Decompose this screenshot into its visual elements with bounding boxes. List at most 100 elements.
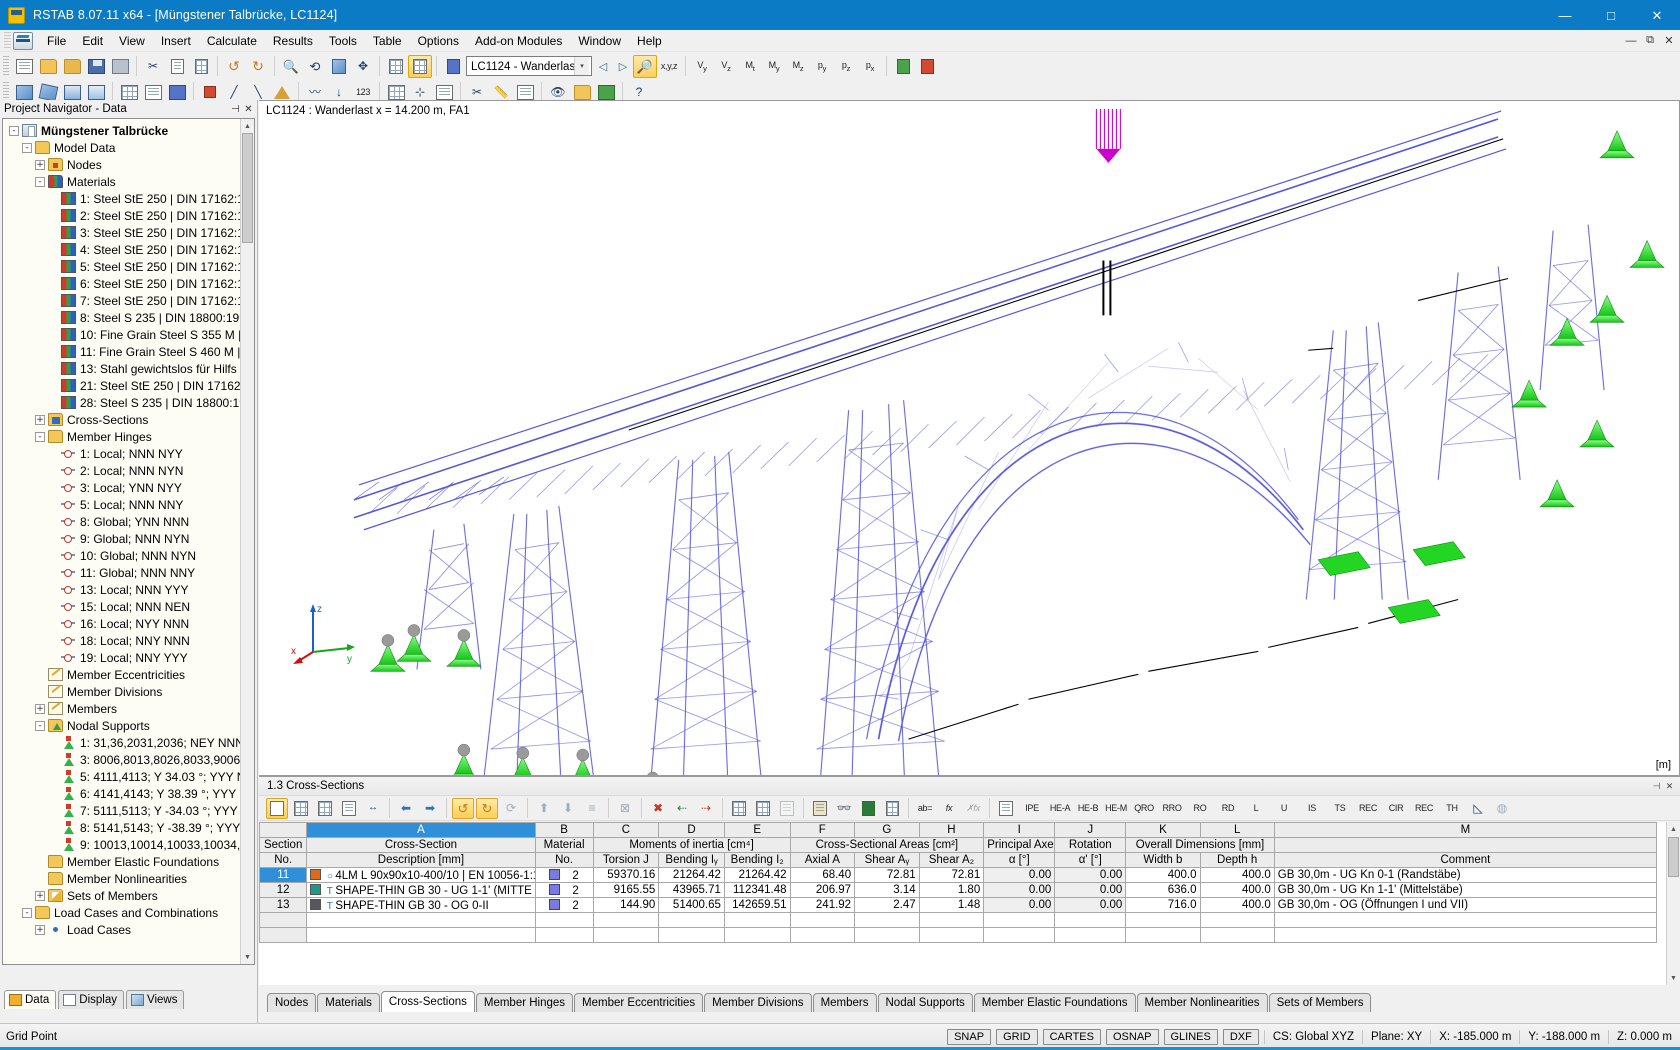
cell-shear-az[interactable]: 72.81 (918, 867, 985, 883)
tree-node[interactable]: 5: 4111,4113; Y 34.03 °; YYY N (3, 768, 254, 785)
tree-node[interactable]: 3: Steel StE 250 | DIN 17162:19 (3, 224, 254, 241)
tree-node[interactable]: Member Divisions (3, 683, 254, 700)
shape-button-rec-14[interactable]: REC (1411, 798, 1437, 819)
redo-button[interactable]: ↻ (246, 55, 270, 78)
tree-node[interactable]: + Sets of Members (3, 887, 254, 904)
cell-width[interactable]: 716.0 (1125, 897, 1201, 913)
clear-formula-button[interactable]: ✗fx (962, 798, 984, 819)
sheet-tab-member-divisions[interactable]: Member Divisions (704, 993, 812, 1012)
next-table-button[interactable]: ➡ (419, 798, 441, 819)
open-file-button[interactable] (36, 55, 60, 78)
empty-cell[interactable] (723, 927, 791, 943)
cell-material-no[interactable]: 2 (534, 867, 594, 883)
cell-material-no[interactable]: 2 (534, 882, 594, 898)
copy-button[interactable] (165, 55, 189, 78)
cell-bending-iz[interactable]: 112341.48 (723, 882, 791, 898)
zoom-previous-button[interactable]: ⟲ (303, 55, 327, 78)
tree-node[interactable]: 3: Local; YNN NYY (3, 479, 254, 496)
tree-node[interactable]: 18: Local; NNY NNN (3, 632, 254, 649)
undo-table-button[interactable]: ↺ (452, 797, 474, 819)
sheet-tab-cross-sections[interactable]: Cross-Sections (380, 991, 475, 1012)
menu-grip-handle[interactable] (4, 31, 11, 50)
previous-load-case-button[interactable]: ◁ (593, 55, 613, 77)
cancel-selection-button[interactable]: ⊠ (614, 798, 636, 819)
sheet-tab-member-hinges[interactable]: Member Hinges (475, 993, 574, 1012)
formula-button[interactable]: fx (938, 798, 960, 819)
tree-node[interactable]: 9: 10013,10014,10033,10034,11 (3, 836, 254, 853)
shape-button-is-10[interactable]: IS (1299, 798, 1325, 819)
menu-item-table[interactable]: Table (365, 32, 410, 50)
shape-button-he-b-2[interactable]: HE-B (1075, 798, 1101, 819)
sort-button[interactable] (338, 798, 360, 819)
navigator-tab-display[interactable]: Display (58, 990, 125, 1009)
load-case-combo[interactable]: LC1124 - Wanderlast x = 1‥ ▾ (466, 56, 592, 76)
tree-node[interactable]: 2: Local; NNN NYN (3, 462, 254, 479)
insert-row-button[interactable] (290, 798, 312, 819)
show-columns-button[interactable] (728, 798, 750, 819)
menu-item-edit[interactable]: Edit (74, 32, 111, 50)
my-results-button[interactable]: My (762, 55, 786, 78)
table-row[interactable]: 12 T SHAPE-THIN GB 30 - UG 1-1' (MITTE 2 916… (259, 882, 1658, 898)
cell-comment[interactable]: GB 30,0m - UG Kn 1-1' (Mittelstäbe) (1273, 882, 1658, 898)
table-row[interactable]: 13 T SHAPE-THIN GB 30 - OG 0-II 2 144.90 5140… (259, 897, 1658, 913)
tree-node[interactable]: 19: Local; NNY YYY (3, 649, 254, 666)
status-toggle-dxf[interactable]: DXF (1222, 1029, 1259, 1045)
mdi-minimize-icon[interactable]: — (1623, 33, 1639, 49)
cell-shear-ay[interactable]: 72.81 (854, 867, 920, 883)
cell-shear-az[interactable]: 1.80 (918, 882, 985, 898)
empty-cell[interactable] (1125, 927, 1201, 943)
axis-xyz-button[interactable]: x,y,z (657, 55, 681, 78)
cell-comment[interactable]: GB 30,0m - OG (Öffnungen I und VII) (1273, 897, 1658, 913)
cell-alpha[interactable]: 0.00 (983, 897, 1056, 913)
cell-alpha[interactable]: 0.00 (983, 882, 1056, 898)
menu-item-calculate[interactable]: Calculate (199, 32, 265, 50)
column-header-J[interactable]: J (1054, 822, 1127, 838)
zoom-window-button[interactable]: 🔍 (279, 55, 303, 78)
empty-cell[interactable] (983, 927, 1056, 943)
paste-button[interactable] (189, 55, 213, 78)
column-width-button[interactable]: ↔ (362, 798, 384, 819)
chevron-down-icon[interactable]: ▾ (574, 57, 589, 75)
results-info-button[interactable] (891, 55, 915, 78)
tree-node[interactable]: 15: Local; NNN NEN (3, 598, 254, 615)
cell-alpha-rot[interactable]: 0.00 (1054, 867, 1127, 883)
undo-button[interactable]: ↺ (222, 55, 246, 78)
sheet-tab-members[interactable]: Members (812, 993, 877, 1012)
tree-node[interactable]: + Cross-Sections (3, 411, 254, 428)
column-header-F[interactable]: F (789, 822, 856, 838)
column-header-B[interactable]: B (534, 822, 594, 838)
empty-cell[interactable] (592, 927, 660, 943)
mz-results-button[interactable]: Mz (786, 55, 810, 78)
tree-node[interactable]: 1: Steel StE 250 | DIN 17162:19 (3, 190, 254, 207)
shape-button-rec-12[interactable]: REC (1355, 798, 1381, 819)
table-scroll-down-icon[interactable]: ▼ (1667, 971, 1680, 985)
edit-cell-button[interactable] (266, 797, 288, 819)
mdi-close-icon[interactable]: ✕ (1661, 33, 1677, 49)
tree-node[interactable]: 11: Global; NNN NNY (3, 564, 254, 581)
collapse-icon[interactable]: - (35, 720, 45, 731)
menu-item-view[interactable]: View (111, 32, 153, 50)
menu-item-add-on-modules[interactable]: Add-on Modules (467, 32, 570, 50)
tree-node[interactable]: 5: Steel StE 250 | DIN 17162:19 (3, 258, 254, 275)
cell-bending-iz[interactable]: 142659.51 (723, 897, 791, 913)
cell-bending-iy[interactable]: 51400.65 (658, 897, 725, 913)
expand-icon[interactable]: + (35, 703, 45, 714)
sheet-tab-member-eccentricities[interactable]: Member Eccentricities (574, 993, 704, 1012)
cell-alpha[interactable]: 0.00 (983, 867, 1056, 883)
shape-button-ts-11[interactable]: TS (1327, 798, 1353, 819)
row-header[interactable]: 12 (259, 882, 308, 898)
shape-button-he-m-3[interactable]: HE-M (1103, 798, 1129, 819)
cell-width[interactable]: 400.0 (1125, 867, 1201, 883)
empty-cell[interactable] (592, 912, 660, 928)
tree-node[interactable]: 4: Steel StE 250 | DIN 17162:19 (3, 241, 254, 258)
table-empty-row[interactable] (259, 912, 1658, 928)
py-results-button[interactable]: py (810, 55, 834, 78)
empty-cell[interactable] (983, 912, 1056, 928)
shape-button-rd-7[interactable]: RD (1215, 798, 1241, 819)
cross-sections-grid-container[interactable]: ABCDEFGHIJKLM Section Cross-Section Materi… (259, 822, 1666, 985)
empty-cell[interactable] (306, 912, 536, 928)
print-button[interactable] (108, 55, 132, 78)
tree-node[interactable]: 9: Global; NNN NYN (3, 530, 254, 547)
render-mode-button[interactable] (384, 55, 408, 78)
pz-results-button[interactable]: pz (834, 55, 858, 78)
